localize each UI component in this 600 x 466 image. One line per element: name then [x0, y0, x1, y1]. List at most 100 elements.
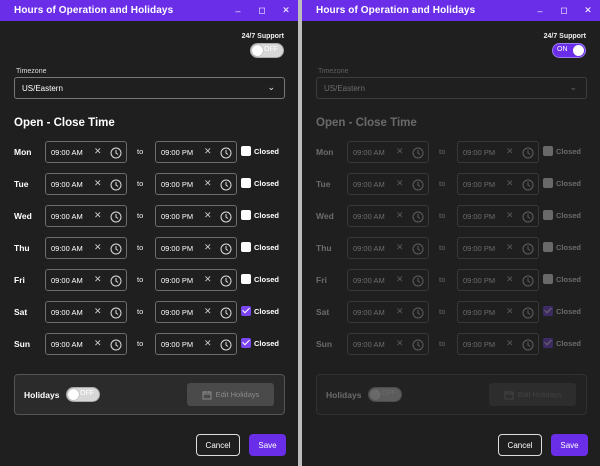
clear-icon[interactable]: ✕: [204, 146, 212, 157]
closed-checkbox[interactable]: [543, 210, 553, 220]
support-toggle[interactable]: ON: [552, 43, 586, 58]
close-time-input[interactable]: 09:00 PM ✕: [155, 301, 237, 323]
clear-icon[interactable]: ✕: [204, 338, 212, 349]
close-time-input[interactable]: 09:00 PM ✕: [155, 269, 237, 291]
close-time-input[interactable]: 09:00 PM ✕: [457, 173, 539, 195]
close-time-input[interactable]: 09:00 PM ✕: [457, 301, 539, 323]
save-button[interactable]: Save: [551, 434, 588, 456]
clear-icon[interactable]: ✕: [396, 306, 404, 317]
cancel-button[interactable]: Cancel: [498, 434, 542, 456]
clear-icon[interactable]: ✕: [506, 242, 514, 253]
clear-icon[interactable]: ✕: [94, 178, 102, 189]
open-time-input[interactable]: 09:00 AM ✕: [347, 141, 429, 163]
clock-icon[interactable]: [412, 210, 424, 223]
clock-icon[interactable]: [412, 338, 424, 351]
clock-icon[interactable]: [522, 242, 534, 255]
clear-icon[interactable]: ✕: [506, 146, 514, 157]
clear-icon[interactable]: ✕: [94, 338, 102, 349]
clock-icon[interactable]: [522, 178, 534, 191]
close-time-input[interactable]: 09:00 PM ✕: [457, 333, 539, 355]
clock-icon[interactable]: [110, 210, 122, 223]
maximize-icon[interactable]: ◻: [552, 0, 576, 21]
clock-icon[interactable]: [110, 306, 122, 319]
clock-icon[interactable]: [522, 146, 534, 159]
closed-checkbox[interactable]: [543, 306, 553, 316]
open-time-input[interactable]: 09:00 AM ✕: [45, 301, 127, 323]
holidays-toggle[interactable]: OFF: [66, 387, 100, 402]
close-time-input[interactable]: 09:00 PM ✕: [155, 141, 237, 163]
cancel-button[interactable]: Cancel: [196, 434, 240, 456]
clear-icon[interactable]: ✕: [506, 274, 514, 285]
clear-icon[interactable]: ✕: [94, 242, 102, 253]
clock-icon[interactable]: [412, 242, 424, 255]
open-time-input[interactable]: 09:00 AM ✕: [347, 237, 429, 259]
closed-checkbox[interactable]: [241, 338, 251, 348]
closed-checkbox[interactable]: [543, 338, 553, 348]
holidays-toggle[interactable]: OFF: [368, 387, 402, 402]
closed-checkbox[interactable]: [543, 146, 553, 156]
clear-icon[interactable]: ✕: [506, 210, 514, 221]
close-time-input[interactable]: 09:00 PM ✕: [155, 205, 237, 227]
clock-icon[interactable]: [220, 210, 232, 223]
clear-icon[interactable]: ✕: [94, 306, 102, 317]
clock-icon[interactable]: [522, 274, 534, 287]
clock-icon[interactable]: [522, 338, 534, 351]
open-time-input[interactable]: 09:00 AM ✕: [45, 237, 127, 259]
maximize-icon[interactable]: ◻: [250, 0, 274, 21]
clear-icon[interactable]: ✕: [396, 210, 404, 221]
clear-icon[interactable]: ✕: [396, 146, 404, 157]
support-toggle[interactable]: OFF: [250, 43, 284, 58]
clock-icon[interactable]: [220, 146, 232, 159]
open-time-input[interactable]: 09:00 AM ✕: [45, 173, 127, 195]
open-time-input[interactable]: 09:00 AM ✕: [45, 141, 127, 163]
open-time-input[interactable]: 09:00 AM ✕: [347, 269, 429, 291]
clear-icon[interactable]: ✕: [506, 306, 514, 317]
close-time-input[interactable]: 09:00 PM ✕: [155, 333, 237, 355]
closed-checkbox[interactable]: [241, 306, 251, 316]
open-time-input[interactable]: 09:00 AM ✕: [347, 333, 429, 355]
clear-icon[interactable]: ✕: [94, 210, 102, 221]
clock-icon[interactable]: [522, 210, 534, 223]
closed-checkbox[interactable]: [241, 242, 251, 252]
open-time-input[interactable]: 09:00 AM ✕: [347, 173, 429, 195]
clock-icon[interactable]: [110, 242, 122, 255]
clock-icon[interactable]: [220, 338, 232, 351]
clock-icon[interactable]: [110, 146, 122, 159]
open-time-input[interactable]: 09:00 AM ✕: [347, 301, 429, 323]
close-icon[interactable]: ✕: [576, 0, 600, 21]
close-icon[interactable]: ✕: [274, 0, 298, 21]
clear-icon[interactable]: ✕: [94, 274, 102, 285]
edit-holidays-button[interactable]: Edit Holidays: [489, 383, 576, 406]
close-time-input[interactable]: 09:00 PM ✕: [155, 237, 237, 259]
clear-icon[interactable]: ✕: [94, 146, 102, 157]
clock-icon[interactable]: [412, 178, 424, 191]
clock-icon[interactable]: [110, 178, 122, 191]
closed-checkbox[interactable]: [241, 178, 251, 188]
close-time-input[interactable]: 09:00 PM ✕: [457, 237, 539, 259]
clear-icon[interactable]: ✕: [396, 178, 404, 189]
clock-icon[interactable]: [220, 274, 232, 287]
close-time-input[interactable]: 09:00 PM ✕: [457, 269, 539, 291]
clear-icon[interactable]: ✕: [204, 306, 212, 317]
closed-checkbox[interactable]: [241, 274, 251, 284]
clear-icon[interactable]: ✕: [204, 242, 212, 253]
clear-icon[interactable]: ✕: [204, 178, 212, 189]
clock-icon[interactable]: [220, 178, 232, 191]
minimize-icon[interactable]: –: [226, 0, 250, 21]
clock-icon[interactable]: [412, 146, 424, 159]
close-time-input[interactable]: 09:00 PM ✕: [155, 173, 237, 195]
clock-icon[interactable]: [110, 274, 122, 287]
timezone-select[interactable]: US/Eastern ⌄: [316, 77, 587, 99]
closed-checkbox[interactable]: [543, 178, 553, 188]
clock-icon[interactable]: [220, 306, 232, 319]
edit-holidays-button[interactable]: Edit Holidays: [187, 383, 274, 406]
closed-checkbox[interactable]: [543, 274, 553, 284]
closed-checkbox[interactable]: [241, 210, 251, 220]
open-time-input[interactable]: 09:00 AM ✕: [45, 333, 127, 355]
closed-checkbox[interactable]: [241, 146, 251, 156]
clear-icon[interactable]: ✕: [396, 338, 404, 349]
open-time-input[interactable]: 09:00 AM ✕: [45, 205, 127, 227]
save-button[interactable]: Save: [249, 434, 286, 456]
clear-icon[interactable]: ✕: [396, 274, 404, 285]
close-time-input[interactable]: 09:00 PM ✕: [457, 205, 539, 227]
